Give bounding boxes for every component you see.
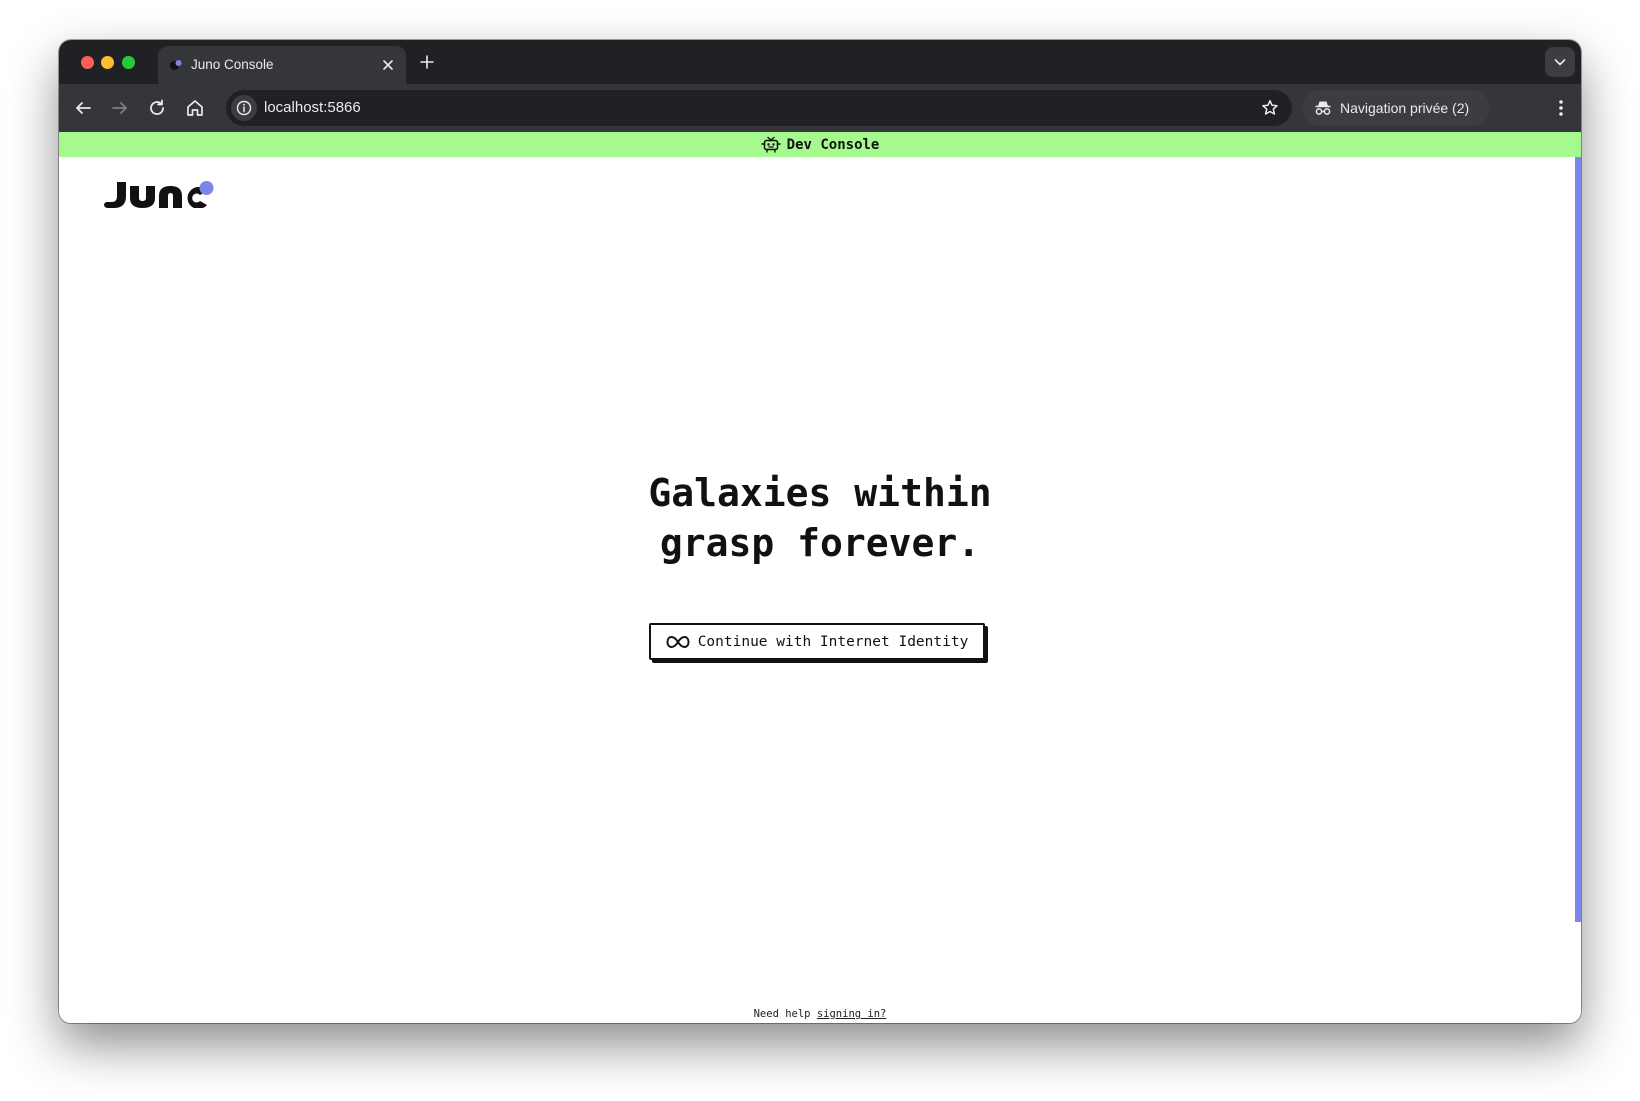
url-text: localhost:5866 [264, 99, 361, 116]
close-icon[interactable] [380, 57, 396, 73]
browser-window: Juno Console localhost:5866 Navigation p… [59, 40, 1581, 1023]
tab-juno-console[interactable]: Juno Console [158, 46, 406, 84]
plus-icon[interactable] [417, 52, 437, 72]
help-text: Need help signing in? [59, 1008, 1581, 1020]
address-bar[interactable]: localhost:5866 [226, 90, 1292, 126]
juno-favicon-icon [170, 60, 182, 70]
robot-icon [760, 136, 781, 153]
tab-search-button[interactable] [1545, 47, 1575, 77]
hero-title: Galaxies within grasp forever. [59, 468, 1581, 568]
forward-arrow-icon[interactable] [108, 96, 132, 120]
site-info-button[interactable] [231, 95, 257, 121]
tab-title: Juno Console [191, 57, 274, 72]
page-content: Dev Console Galaxies within grasp foreve… [59, 132, 1581, 1023]
infinity-icon [666, 635, 690, 648]
home-icon[interactable] [183, 96, 207, 120]
browser-toolbar: localhost:5866 Navigation privée (2) [59, 84, 1581, 132]
back-arrow-icon[interactable] [71, 96, 95, 120]
star-icon[interactable] [1260, 98, 1280, 118]
dev-console-label: Dev Console [786, 136, 880, 153]
more-vert-icon[interactable] [1551, 96, 1571, 120]
incognito-icon [1315, 101, 1331, 115]
continue-button-label: Continue with Internet Identity [697, 633, 969, 650]
hero-title-line-2: grasp forever. [659, 521, 981, 565]
juno-logo[interactable] [104, 180, 214, 208]
signing-in-help-link[interactable]: signing in? [817, 1008, 887, 1020]
hero-title-line-1: Galaxies within [648, 471, 992, 515]
close-window-button[interactable] [81, 56, 94, 69]
maximize-window-button[interactable] [122, 56, 135, 69]
continue-with-internet-identity-button[interactable]: Continue with Internet Identity [649, 623, 985, 660]
incognito-indicator[interactable]: Navigation privée (2) [1302, 90, 1490, 126]
help-prefix: Need help [753, 1008, 811, 1020]
minimize-window-button[interactable] [101, 56, 114, 69]
tab-strip: Juno Console [59, 40, 1581, 84]
info-icon [236, 100, 252, 116]
chevron-down-icon [1554, 59, 1566, 66]
incognito-label: Navigation privée (2) [1340, 100, 1470, 116]
dev-console-banner: Dev Console [59, 132, 1581, 157]
reload-icon[interactable] [145, 96, 169, 120]
